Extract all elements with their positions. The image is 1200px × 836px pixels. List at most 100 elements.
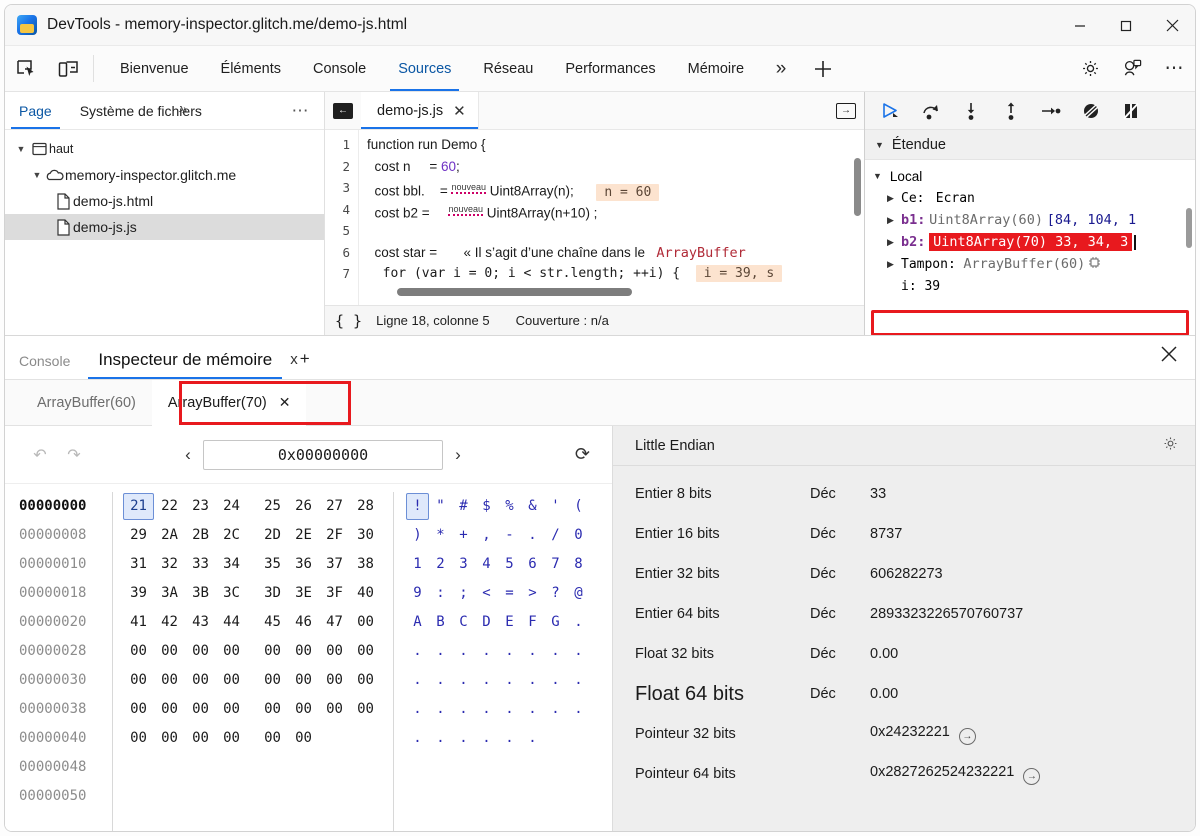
- ascii-char[interactable]: .: [567, 666, 590, 695]
- code-lines[interactable]: function run Demo { cost n = 60; cost bb…: [359, 130, 864, 305]
- hex-byte[interactable]: 00: [154, 666, 185, 695]
- value-mode-label[interactable]: Déc: [810, 486, 870, 502]
- ascii-char[interactable]: .: [406, 637, 429, 666]
- previous-page-button[interactable]: ‹: [173, 445, 203, 465]
- gear-icon[interactable]: [1069, 46, 1111, 91]
- resume-button[interactable]: [871, 92, 911, 130]
- ascii-char[interactable]: ,: [475, 521, 498, 550]
- scope-row-i[interactable]: i: 39: [865, 275, 1195, 297]
- hex-byte[interactable]: 2E: [288, 521, 319, 550]
- ascii-char[interactable]: 2: [429, 550, 452, 579]
- ascii-char[interactable]: .: [567, 695, 590, 724]
- buffer-tab-arraybuffer-70[interactable]: ArrayBuffer(70) ✕: [152, 380, 307, 426]
- chevron-right-icon[interactable]: ▶: [887, 259, 901, 270]
- hex-byte[interactable]: 00: [185, 724, 216, 753]
- ascii-char[interactable]: @: [567, 579, 590, 608]
- ascii-char[interactable]: :: [429, 579, 452, 608]
- step-into-button[interactable]: [951, 92, 991, 130]
- nav-tab-page[interactable]: Page: [5, 92, 66, 129]
- undo-icon[interactable]: ↶: [23, 438, 57, 472]
- ascii-char[interactable]: ?: [544, 579, 567, 608]
- tab-network[interactable]: Réseau: [467, 46, 549, 91]
- hex-byte[interactable]: 00: [185, 637, 216, 666]
- hex-byte[interactable]: 38: [350, 550, 381, 579]
- add-tab-icon[interactable]: [802, 46, 844, 91]
- hex-byte[interactable]: 3B: [185, 579, 216, 608]
- ascii-char[interactable]: 7: [544, 550, 567, 579]
- jump-to-address-icon[interactable]: →: [1023, 768, 1040, 785]
- close-icon[interactable]: ✕: [279, 394, 291, 411]
- ascii-char[interactable]: 4: [475, 550, 498, 579]
- hex-byte[interactable]: 29: [123, 521, 154, 550]
- hex-byte[interactable]: 2C: [216, 521, 247, 550]
- hex-byte[interactable]: 43: [185, 608, 216, 637]
- twisty-icon[interactable]: ▼: [29, 170, 45, 180]
- buffer-tab-arraybuffer-60[interactable]: ArrayBuffer(60): [21, 380, 152, 426]
- hex-byte[interactable]: 26: [288, 492, 319, 521]
- address-input[interactable]: 0x00000000: [203, 440, 443, 470]
- ascii-char[interactable]: 5: [498, 550, 521, 579]
- ascii-char[interactable]: &: [521, 492, 544, 521]
- hex-byte[interactable]: 00: [123, 724, 154, 753]
- hex-byte[interactable]: 00: [185, 666, 216, 695]
- drawer-close-button[interactable]: [1159, 344, 1179, 370]
- tab-bienvenue[interactable]: Bienvenue: [104, 46, 205, 91]
- ascii-char[interactable]: $: [475, 492, 498, 521]
- hex-byte[interactable]: 3C: [216, 579, 247, 608]
- hex-byte[interactable]: 00: [154, 724, 185, 753]
- ascii-char[interactable]: G: [544, 608, 567, 637]
- ascii-char[interactable]: .: [475, 637, 498, 666]
- ascii-char[interactable]: .: [429, 724, 452, 753]
- hex-byte[interactable]: 00: [288, 724, 319, 753]
- hex-byte[interactable]: 00: [350, 666, 381, 695]
- hex-byte[interactable]: 27: [319, 492, 350, 521]
- step-over-button[interactable]: [911, 92, 951, 130]
- value-text[interactable]: 0.00: [870, 646, 898, 662]
- device-toolbar-icon[interactable]: [47, 46, 89, 91]
- hex-byte[interactable]: 00: [257, 724, 288, 753]
- ascii-char-selected[interactable]: !: [406, 493, 429, 520]
- show-debugger-button[interactable]: →: [828, 92, 864, 129]
- hex-byte[interactable]: 3F: [319, 579, 350, 608]
- hex-byte[interactable]: 22: [154, 492, 185, 521]
- value-text[interactable]: 0x2827262524232221→: [870, 764, 1040, 785]
- close-icon[interactable]: ✕: [453, 102, 466, 120]
- hex-byte[interactable]: 2F: [319, 521, 350, 550]
- value-mode-label[interactable]: Déc: [810, 686, 870, 702]
- hex-byte[interactable]: 2B: [185, 521, 216, 550]
- maximize-button[interactable]: [1103, 5, 1149, 46]
- redo-icon[interactable]: ↷: [57, 438, 91, 472]
- hex-byte[interactable]: 44: [216, 608, 247, 637]
- value-text[interactable]: 0.00: [870, 686, 898, 702]
- ascii-char[interactable]: C: [452, 608, 475, 637]
- ascii-char[interactable]: .: [521, 724, 544, 753]
- tab-console[interactable]: Console: [297, 46, 382, 91]
- ascii-char[interactable]: .: [521, 666, 544, 695]
- hex-byte[interactable]: 42: [154, 608, 185, 637]
- ascii-char[interactable]: (: [567, 492, 590, 521]
- ascii-char[interactable]: 3: [452, 550, 475, 579]
- ascii-char[interactable]: .: [521, 695, 544, 724]
- ascii-char[interactable]: .: [544, 695, 567, 724]
- value-text[interactable]: 33: [870, 486, 886, 502]
- hex-byte-selected[interactable]: 21: [123, 493, 154, 520]
- hex-byte[interactable]: 25: [257, 492, 288, 521]
- value-text[interactable]: 0x24232221→: [870, 724, 976, 745]
- feedback-icon[interactable]: [1111, 46, 1153, 91]
- ascii-char[interactable]: .: [567, 608, 590, 637]
- value-mode-label[interactable]: Déc: [810, 606, 870, 622]
- hex-byte[interactable]: 34: [216, 550, 247, 579]
- hex-byte[interactable]: 2A: [154, 521, 185, 550]
- drawer-tab-close-icon[interactable]: x: [290, 351, 298, 379]
- ascii-char[interactable]: .: [475, 666, 498, 695]
- scope-scrollbar[interactable]: [1186, 208, 1192, 248]
- ascii-char[interactable]: >: [521, 579, 544, 608]
- hex-byte[interactable]: 40: [350, 579, 381, 608]
- hex-byte[interactable]: 37: [319, 550, 350, 579]
- hex-byte[interactable]: 2D: [257, 521, 288, 550]
- drawer-tab-console[interactable]: Console: [5, 353, 84, 379]
- format-code-icon[interactable]: { }: [335, 312, 362, 330]
- ascii-char[interactable]: .: [521, 637, 544, 666]
- tab-performance[interactable]: Performances: [549, 46, 671, 91]
- inspect-element-icon[interactable]: [5, 46, 47, 91]
